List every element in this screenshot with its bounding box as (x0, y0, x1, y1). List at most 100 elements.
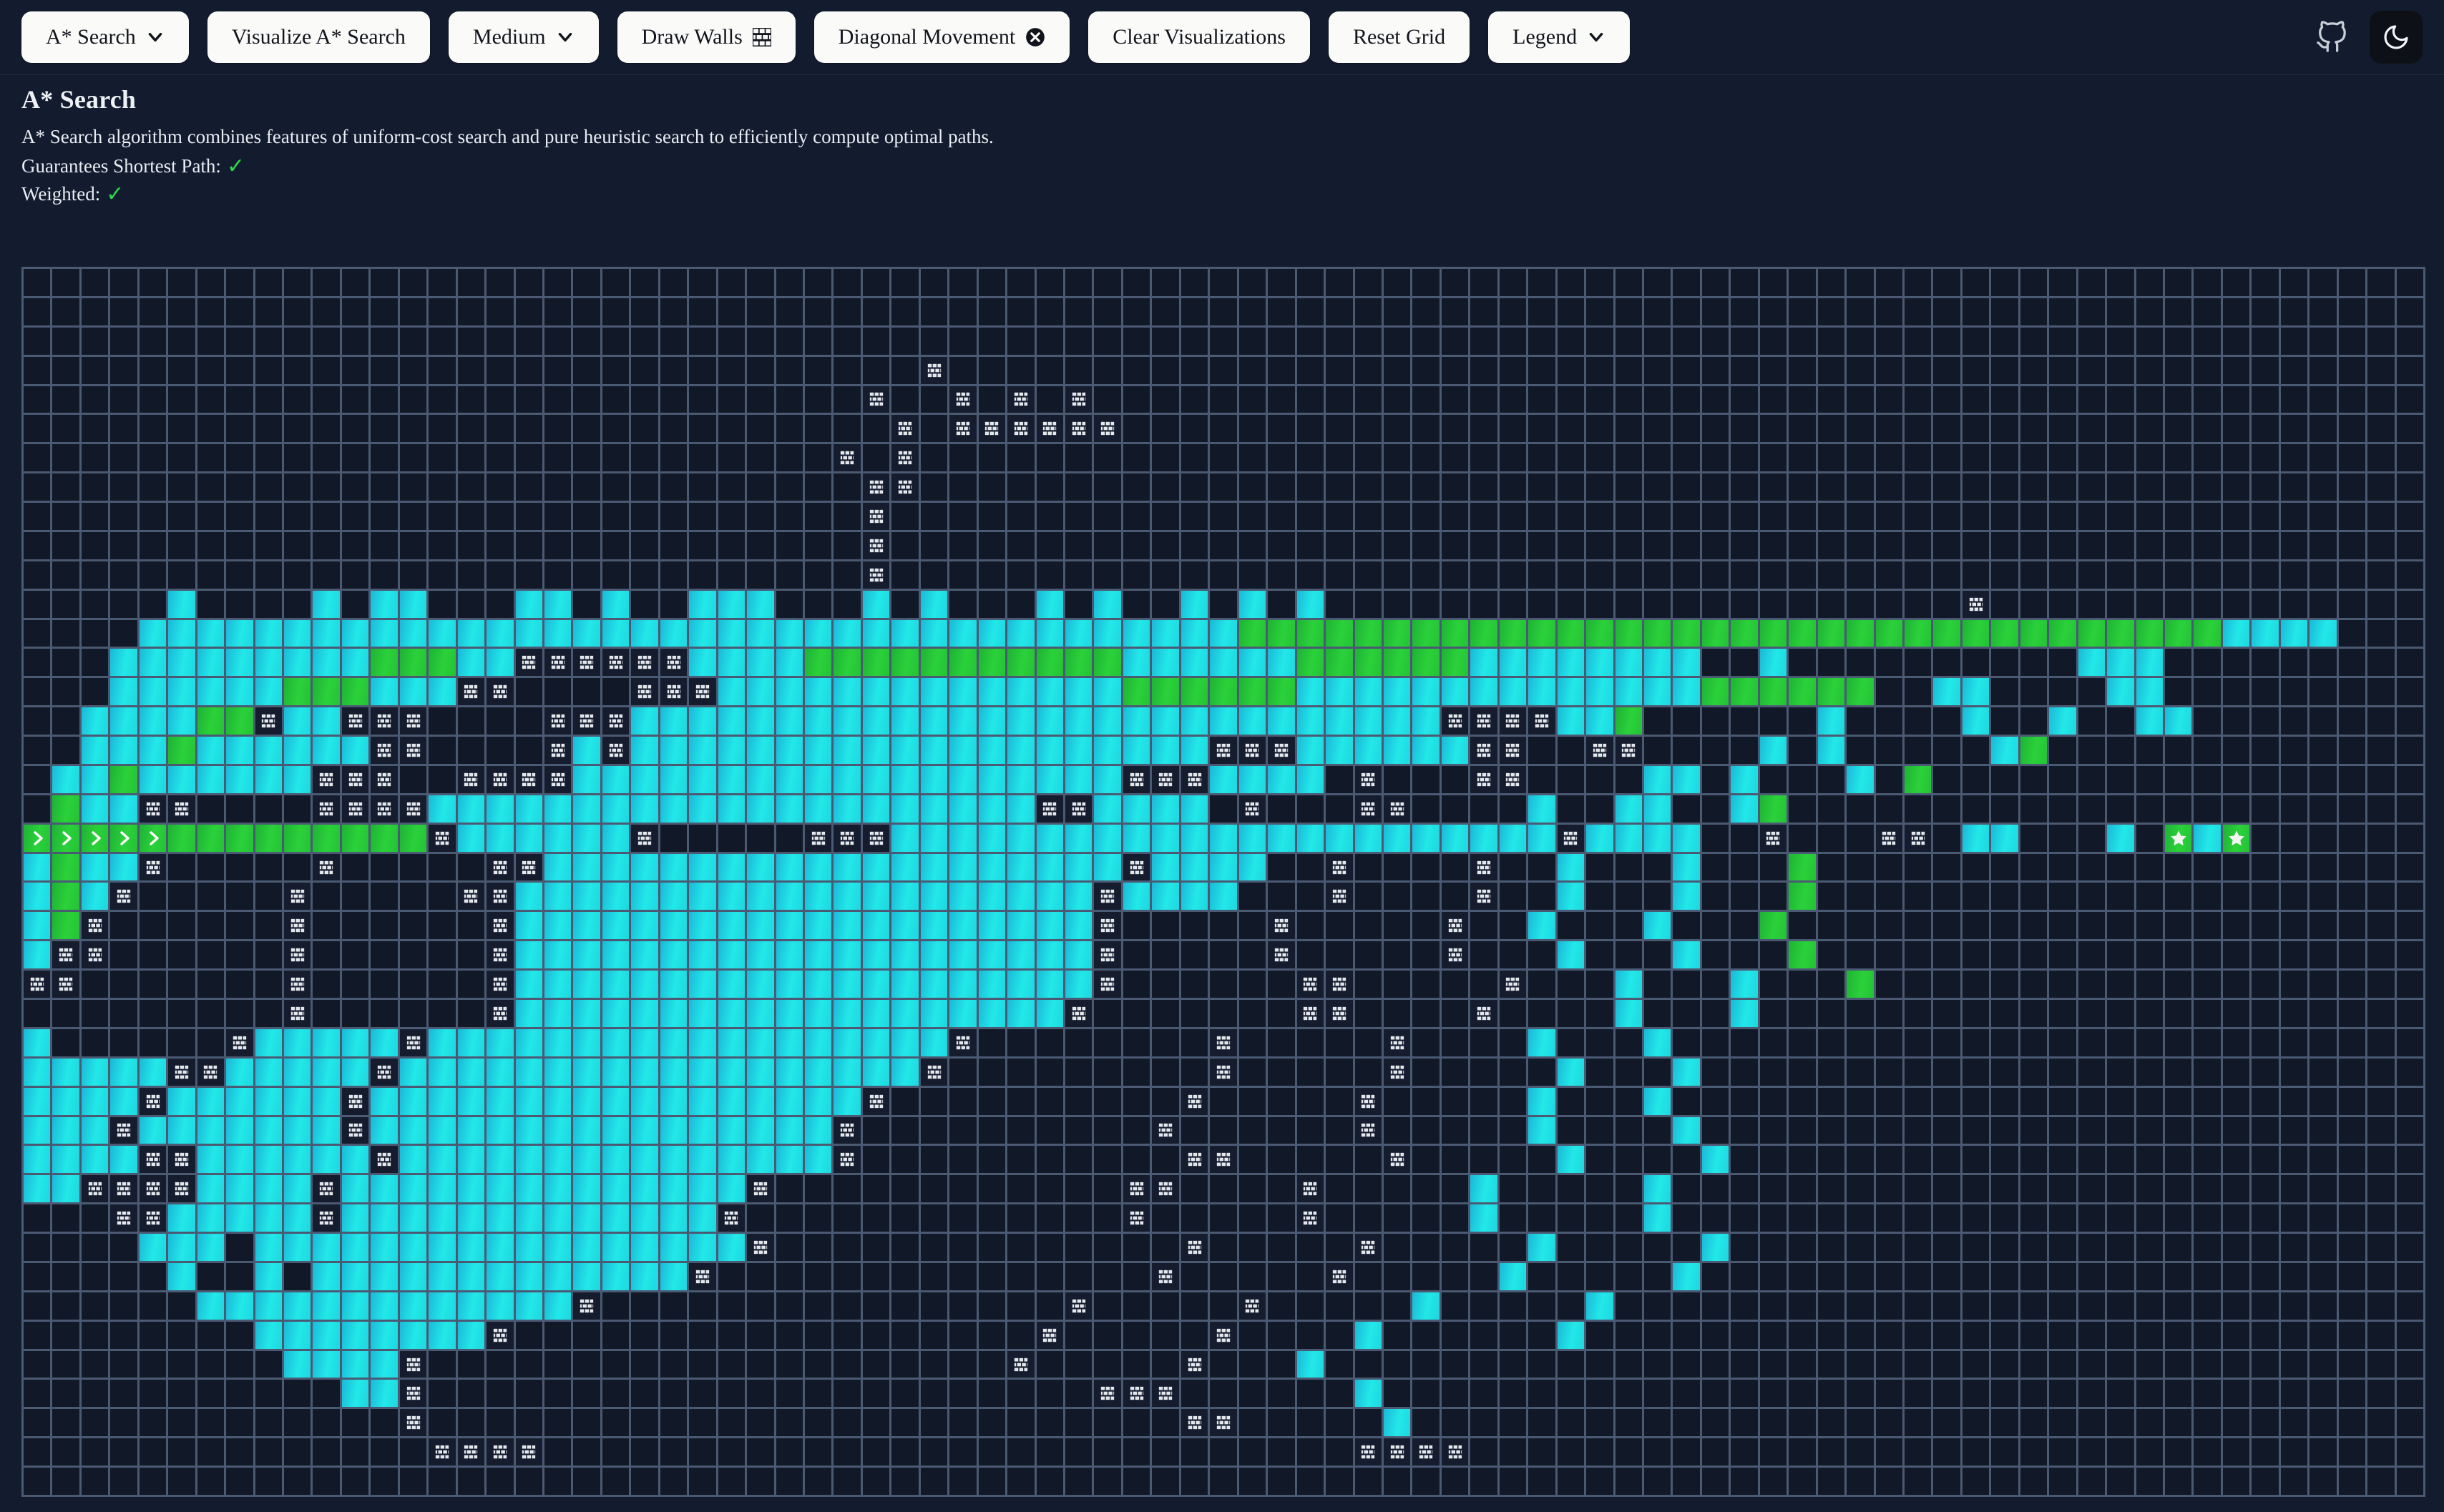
grid-cell-empty[interactable] (1499, 1350, 1527, 1378)
grid-cell-empty[interactable] (2280, 444, 2308, 472)
grid-cell-empty[interactable] (1701, 1000, 1729, 1027)
grid-cell-visited[interactable] (1065, 912, 1093, 940)
grid-cell-empty[interactable] (197, 941, 225, 969)
grid-cell-visited[interactable] (689, 1029, 716, 1056)
grid-cell-empty[interactable] (2252, 971, 2279, 998)
grid-cell-empty[interactable] (1962, 356, 1990, 384)
grid-cell-visited[interactable] (747, 883, 774, 910)
grid-cell-empty[interactable] (457, 1350, 485, 1378)
grid-cell-empty[interactable] (1701, 1262, 1729, 1290)
grid-cell-visited[interactable] (284, 619, 311, 647)
grid-cell-empty[interactable] (747, 824, 774, 852)
grid-cell-empty[interactable] (2164, 1262, 2192, 1290)
grid-cell-visited[interactable] (1701, 1146, 1729, 1174)
grid-cell-empty[interactable] (1152, 415, 1179, 443)
grid-cell-empty[interactable] (1847, 444, 1874, 472)
grid-cell-visited[interactable] (1152, 619, 1179, 647)
grid-cell-empty[interactable] (602, 415, 630, 443)
grid-cell-empty[interactable] (1933, 1087, 1960, 1115)
grid-cell-empty[interactable] (1789, 561, 1816, 589)
grid-cell-empty[interactable] (2020, 1262, 2048, 1290)
grid-cell-empty[interactable] (2136, 590, 2163, 618)
grid-cell-empty[interactable] (1586, 1468, 1613, 1495)
grid-cell-wall[interactable] (1499, 765, 1527, 793)
grid-cell-empty[interactable] (1643, 531, 1671, 559)
grid-cell-empty[interactable] (2222, 561, 2250, 589)
grid-cell-visited[interactable] (891, 1058, 919, 1086)
grid-cell-empty[interactable] (1470, 1380, 1497, 1408)
grid-cell-visited[interactable] (834, 737, 861, 764)
grid-cell-empty[interactable] (1499, 1087, 1527, 1115)
grid-cell-visited[interactable] (1412, 824, 1439, 852)
grid-cell-visited[interactable] (1152, 824, 1179, 852)
grid-cell-visited[interactable] (429, 619, 456, 647)
grid-cell-empty[interactable] (1586, 971, 1613, 998)
grid-cell-empty[interactable] (1326, 1350, 1353, 1378)
grid-cell-empty[interactable] (1991, 1116, 2018, 1144)
grid-cell-empty[interactable] (1557, 386, 1585, 413)
grid-cell-visited[interactable] (1933, 678, 1960, 706)
grid-cell-empty[interactable] (1731, 1409, 1758, 1437)
grid-cell-empty[interactable] (1383, 503, 1411, 530)
grid-cell-empty[interactable] (2194, 912, 2221, 940)
grid-cell-empty[interactable] (2194, 765, 2221, 793)
grid-cell-empty[interactable] (920, 415, 948, 443)
grid-cell-empty[interactable] (1615, 1116, 1642, 1144)
grid-cell-wall[interactable] (920, 1058, 948, 1086)
grid-cell-empty[interactable] (1528, 1350, 1555, 1378)
grid-cell-wall[interactable] (371, 765, 398, 793)
grid-cell-visited[interactable] (226, 1204, 253, 1232)
grid-cell-empty[interactable] (81, 971, 109, 998)
grid-cell-empty[interactable] (1933, 1000, 1960, 1027)
grid-cell-empty[interactable] (399, 941, 427, 969)
grid-cell-empty[interactable] (1036, 1116, 1064, 1144)
grid-cell-empty[interactable] (2396, 1234, 2423, 1261)
grid-cell-empty[interactable] (2338, 649, 2366, 677)
grid-cell-visited[interactable] (805, 1146, 832, 1174)
grid-cell-visited[interactable] (457, 1058, 485, 1086)
grid-cell-empty[interactable] (1123, 971, 1150, 998)
grid-cell-empty[interactable] (2164, 473, 2192, 501)
grid-cell-visited[interactable] (226, 1116, 253, 1144)
grid-cell-empty[interactable] (2107, 1116, 2134, 1144)
grid-cell-visited[interactable] (573, 883, 600, 910)
grid-cell-empty[interactable] (226, 1000, 253, 1027)
grid-cell-visited[interactable] (515, 1000, 543, 1027)
grid-cell-empty[interactable] (544, 356, 572, 384)
grid-cell-wall[interactable] (371, 795, 398, 823)
grid-cell-empty[interactable] (429, 590, 456, 618)
grid-cell-empty[interactable] (2367, 1116, 2395, 1144)
grid-cell-empty[interactable] (1701, 269, 1729, 296)
grid-cell-empty[interactable] (1152, 1087, 1179, 1115)
grid-cell-empty[interactable] (2107, 444, 2134, 472)
grid-cell-empty[interactable] (1701, 941, 1729, 969)
grid-cell-visited[interactable] (1036, 1000, 1064, 1027)
grid-cell-visited[interactable] (457, 619, 485, 647)
grid-cell-empty[interactable] (949, 1262, 977, 1290)
grid-cell-visited[interactable] (1007, 1000, 1035, 1027)
grid-cell-empty[interactable] (81, 1468, 109, 1495)
grid-cell-empty[interactable] (2396, 356, 2423, 384)
grid-cell-empty[interactable] (1383, 1468, 1411, 1495)
grid-cell-empty[interactable] (24, 649, 51, 677)
grid-cell-empty[interactable] (776, 1292, 803, 1320)
grid-cell-wall[interactable] (1181, 765, 1208, 793)
grid-cell-visited[interactable] (429, 795, 456, 823)
grid-cell-wall[interactable] (573, 1292, 600, 1320)
grid-cell-empty[interactable] (1673, 415, 1700, 443)
grid-cell-empty[interactable] (429, 883, 456, 910)
grid-cell-empty[interactable] (834, 1409, 861, 1437)
grid-cell-empty[interactable] (978, 1380, 1006, 1408)
grid-cell-empty[interactable] (2396, 590, 2423, 618)
grid-cell-empty[interactable] (2078, 444, 2106, 472)
grid-cell-empty[interactable] (2020, 415, 2048, 443)
grid-cell-empty[interactable] (487, 503, 514, 530)
grid-cell-empty[interactable] (2136, 883, 2163, 910)
grid-cell-empty[interactable] (1036, 1146, 1064, 1174)
grid-cell-empty[interactable] (689, 1350, 716, 1378)
grid-cell-path[interactable] (168, 737, 195, 764)
grid-cell-empty[interactable] (805, 561, 832, 589)
grid-cell-empty[interactable] (1643, 853, 1671, 881)
grid-cell-visited[interactable] (834, 1000, 861, 1027)
grid-cell-empty[interactable] (1875, 649, 1902, 677)
